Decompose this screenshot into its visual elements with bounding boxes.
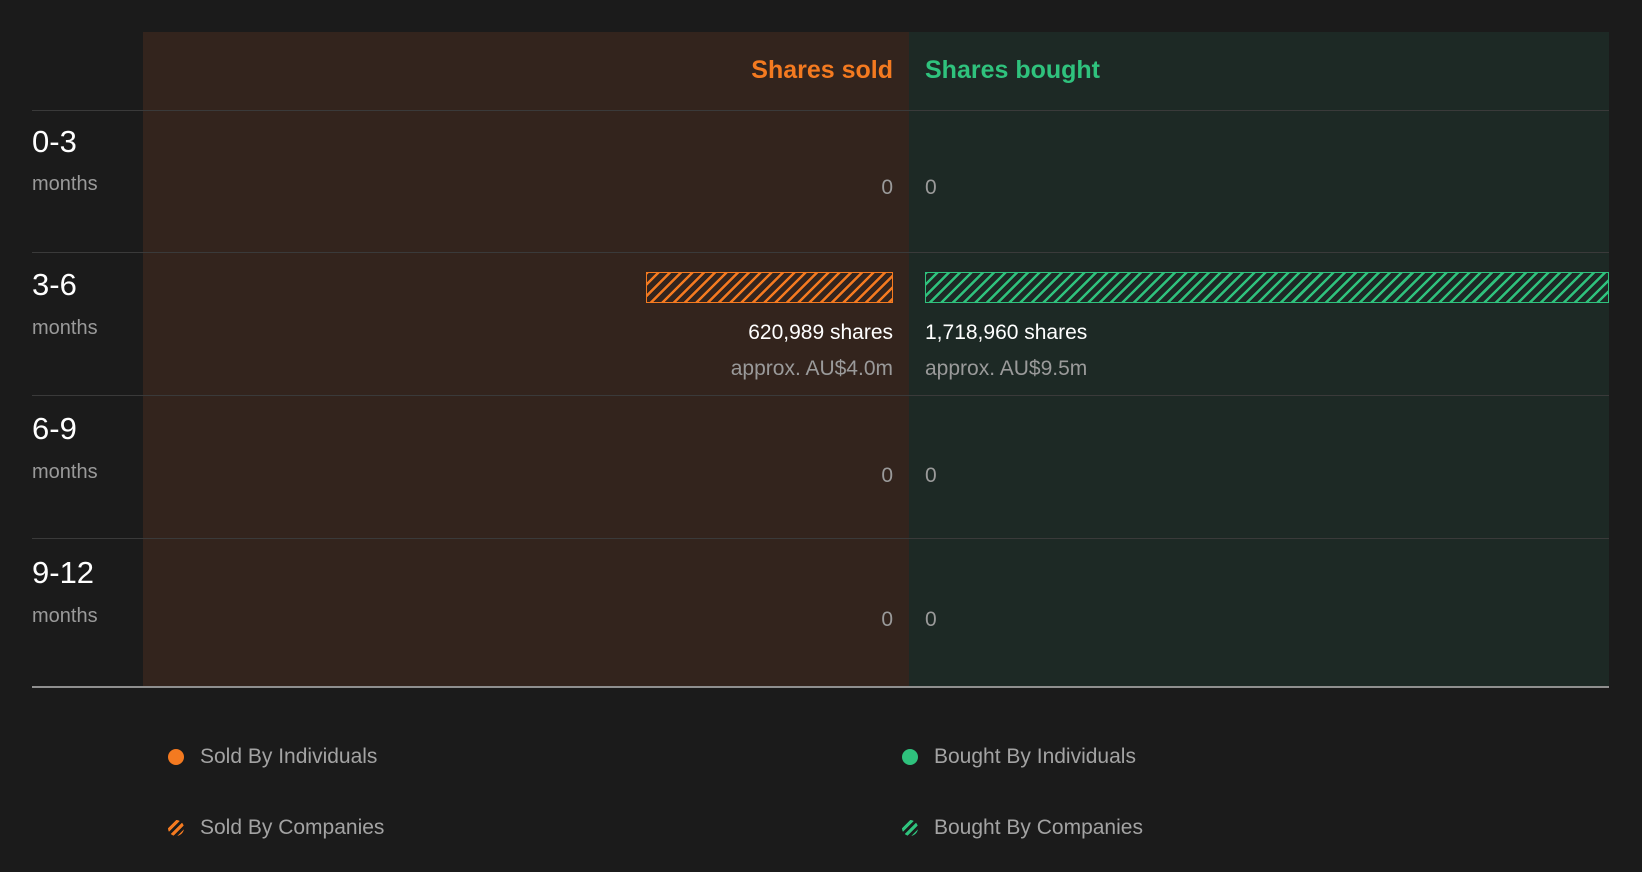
bought-by-companies-bar-3-6 [925,272,1609,303]
shares-sold-header: Shares sold [751,56,893,84]
green-hatched-dot-icon [902,820,918,836]
insider-trading-chart: Shares sold Shares bought 0-3 months 3-6… [0,0,1642,872]
sold-by-companies-bar-3-6 [646,272,893,303]
row-divider [32,395,1609,396]
green-dot-icon [902,749,918,765]
bought-approx-value-3-6: approx. AU$9.5m [925,357,1088,380]
row-label-0-3: 0-3 [32,124,77,159]
bought-shares-label-3-6: 1,718,960 shares [925,321,1088,344]
row-sublabel-0-3: months [32,173,98,195]
orange-hatched-dot-icon [168,820,184,836]
row-divider [32,538,1609,539]
legend-sold-by-companies: Sold By Companies [168,815,384,841]
sold-shares-label-3-6: 620,989 shares [748,321,893,344]
legend-label: Sold By Companies [200,816,385,839]
row-sublabel-9-12: months [32,605,98,627]
sold-approx-value-3-6: approx. AU$4.0m [730,357,893,380]
bought-value-0-3: 0 [925,176,937,199]
legend-bought-by-companies: Bought By Companies [902,815,1143,841]
sold-value-9-12: 0 [881,608,893,631]
row-sublabel-6-9: months [32,461,98,483]
legend-label: Sold By Individuals [200,745,378,768]
legend-sold-by-individuals: Sold By Individuals [168,744,377,770]
shares-bought-header: Shares bought [925,56,1101,84]
row-label-3-6: 3-6 [32,267,77,302]
row-label-9-12: 9-12 [32,555,95,590]
row-divider [32,252,1609,253]
legend-label: Bought By Individuals [934,745,1136,768]
orange-dot-icon [168,749,184,765]
bought-value-6-9: 0 [925,464,937,487]
chart-baseline [32,686,1609,688]
legend-label: Bought By Companies [934,816,1143,839]
row-sublabel-3-6: months [32,317,98,339]
row-label-6-9: 6-9 [32,411,77,446]
legend-bought-by-individuals: Bought By Individuals [902,744,1136,770]
sold-value-6-9: 0 [881,464,893,487]
bought-value-9-12: 0 [925,608,937,631]
row-divider [32,110,1609,111]
sold-value-0-3: 0 [881,176,893,199]
